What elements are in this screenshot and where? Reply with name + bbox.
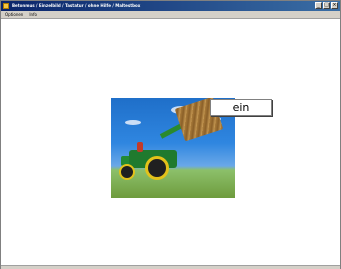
title-bar[interactable]: Betonmus / Einzelbild / Tastatur / ohne …: [1, 1, 340, 11]
minimize-button[interactable]: _: [315, 2, 322, 9]
menu-bar: Optionen Info: [1, 11, 340, 19]
tractor-front-wheel: [119, 164, 135, 180]
word-label: ein: [210, 99, 272, 116]
close-button[interactable]: ×: [331, 2, 338, 9]
tractor-rear-wheel: [145, 156, 169, 180]
app-icon: [3, 3, 9, 9]
bottom-border: [1, 265, 340, 269]
maximize-button[interactable]: □: [323, 2, 330, 9]
menu-item-info[interactable]: Info: [29, 11, 37, 18]
tractor-driver: [137, 142, 143, 152]
app-window: Betonmus / Einzelbild / Tastatur / ohne …: [0, 0, 341, 269]
menu-item-optionen[interactable]: Optionen: [5, 11, 23, 18]
window-title: Betonmus / Einzelbild / Tastatur / ohne …: [12, 3, 141, 8]
window-controls: _ □ ×: [315, 2, 338, 10]
content-area: ein: [1, 20, 340, 266]
cloud: [125, 120, 141, 125]
